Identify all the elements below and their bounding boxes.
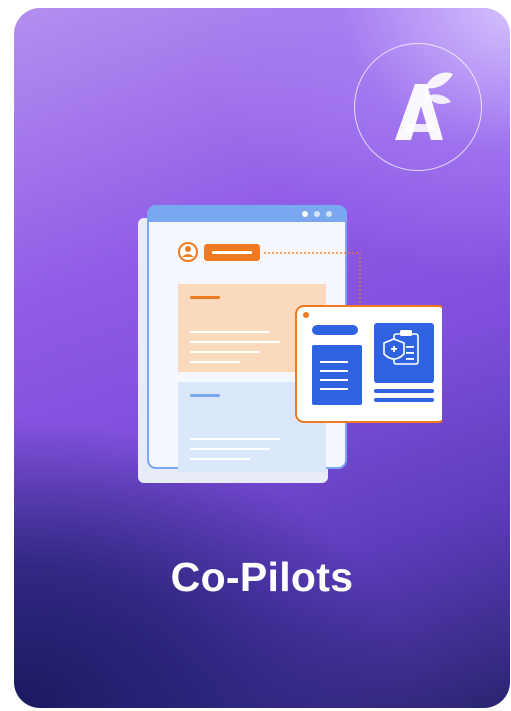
card-title: Co-Pilots [170,554,354,600]
leaf-a-logo-icon [395,72,453,140]
co-pilots-card[interactable]: Co-Pilots [14,8,510,708]
document-medical-record-icon [138,205,442,483]
brand-logo [354,43,482,171]
